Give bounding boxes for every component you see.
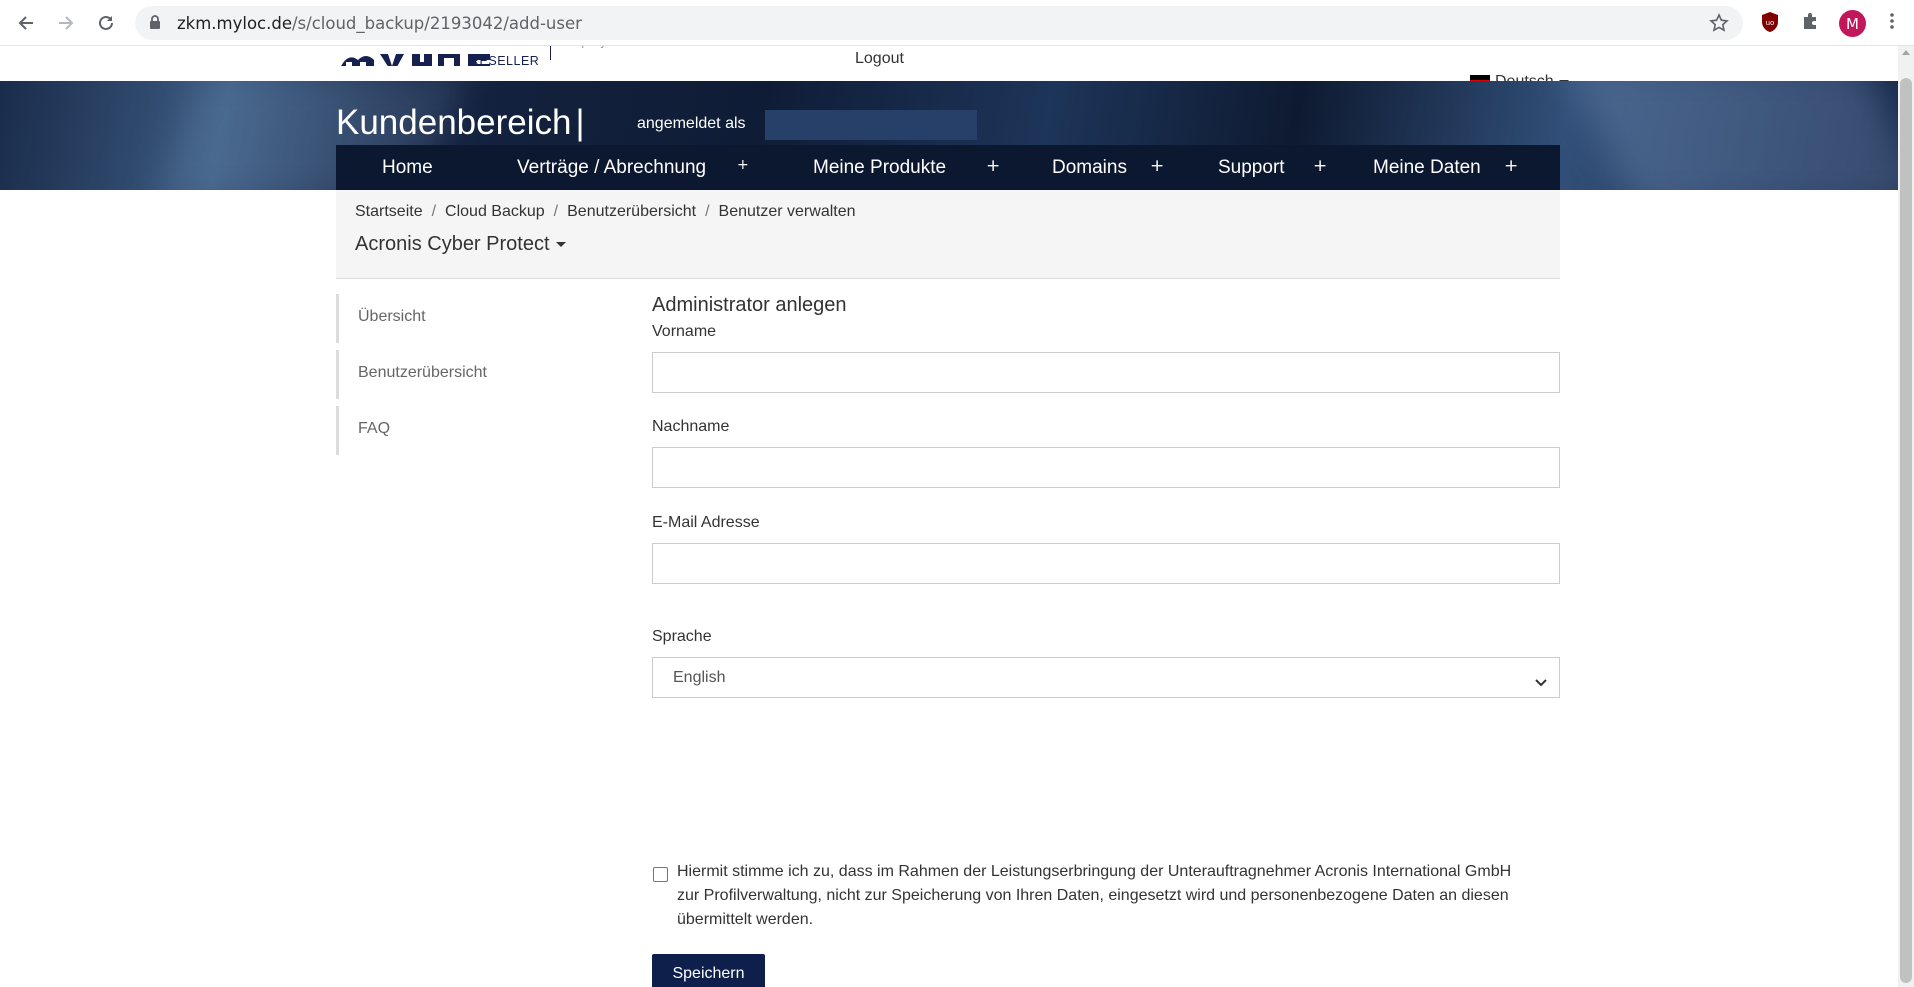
nav-meine-daten[interactable]: Meine Daten — [1373, 145, 1481, 190]
language-select-label: Sprache — [652, 628, 712, 645]
nav-vertraege[interactable]: Verträge / Abrechnung — [517, 145, 706, 190]
sidebar-item-benutzeruebersicht[interactable]: Benutzerübersicht — [336, 350, 589, 399]
redacted-username — [765, 110, 977, 140]
sidebar-item-faq[interactable]: FAQ — [336, 406, 589, 455]
firstname-input[interactable] — [652, 352, 1560, 393]
browser-toolbar: zkm.myloc.de/s/cloud_backup/2193042/add-… — [0, 0, 1914, 46]
back-arrow-icon[interactable] — [13, 10, 39, 36]
page-title: Kundenbereich | — [336, 103, 585, 142]
breadcrumb-startseite[interactable]: Startseite — [355, 203, 423, 220]
svg-text:uo: uo — [1766, 19, 1775, 27]
logo-company-text: company — [560, 46, 606, 49]
email-label: E-Mail Adresse — [652, 514, 760, 531]
logged-in-as-text: angemeldet als — [637, 115, 746, 132]
address-bar[interactable]: zkm.myloc.de/s/cloud_backup/2193042/add-… — [135, 6, 1743, 40]
url-text: zkm.myloc.de/s/cloud_backup/2193042/add-… — [177, 14, 582, 33]
sidebar: Übersicht Benutzerübersicht FAQ — [336, 294, 589, 462]
vertical-scrollbar[interactable] — [1898, 46, 1914, 987]
form-heading: Administrator anlegen — [652, 294, 847, 316]
nav-home[interactable]: Home — [382, 145, 433, 190]
breadcrumb: Startseite / Cloud Backup / Benutzerübersich… — [355, 203, 856, 220]
nav-produkte-plus-icon[interactable]: + — [986, 145, 1000, 190]
nav-daten-plus-icon[interactable]: + — [1504, 145, 1518, 190]
nav-meine-produkte[interactable]: Meine Produkte — [813, 145, 946, 190]
sidebar-item-uebersicht[interactable]: Übersicht — [336, 294, 589, 343]
logo-divider — [550, 46, 551, 60]
consent-text: Hiermit stimme ich zu, dass im Rahmen de… — [677, 863, 1512, 928]
nav-vertraege-plus-icon[interactable]: + — [737, 145, 749, 190]
main-navigation: Home Verträge / Abrechnung + Meine Produ… — [336, 145, 1560, 190]
language-select-value: English — [673, 668, 726, 686]
nav-domains[interactable]: Domains — [1052, 145, 1127, 190]
consent-checkbox[interactable] — [653, 867, 668, 882]
ublock-extension-icon[interactable]: uo — [1760, 11, 1780, 37]
language-select[interactable]: English — [652, 657, 1560, 698]
nav-support-plus-icon[interactable]: + — [1313, 145, 1327, 190]
reload-icon[interactable] — [93, 10, 119, 36]
profile-avatar[interactable]: M — [1839, 10, 1866, 37]
product-selector-label: Acronis Cyber Protect — [355, 233, 550, 255]
scrollbar-thumb[interactable] — [1900, 78, 1912, 983]
logo-reseller-text: RESELLER — [470, 54, 540, 68]
breadcrumb-panel: Startseite / Cloud Backup / Benutzerübersich… — [336, 190, 1560, 279]
extensions-puzzle-icon[interactable] — [1801, 11, 1821, 35]
lastname-label: Nachname — [652, 418, 730, 435]
chevron-down-icon — [1535, 672, 1547, 691]
lastname-input[interactable] — [652, 447, 1560, 488]
breadcrumb-active: Benutzer verwalten — [718, 203, 856, 220]
logout-link[interactable]: Logout — [855, 50, 904, 68]
scroll-up-arrow-icon[interactable] — [1902, 50, 1910, 55]
web-page: RESELLER company Logout Deutsch Kundenbe… — [0, 46, 1898, 987]
browser-menu-icon[interactable] — [1890, 12, 1894, 34]
caret-down-icon — [555, 242, 566, 247]
bookmark-star-icon[interactable] — [1709, 13, 1729, 37]
save-button[interactable]: Speichern — [652, 954, 765, 987]
breadcrumb-cloud-backup[interactable]: Cloud Backup — [445, 203, 545, 220]
breadcrumb-benutzeruebersicht[interactable]: Benutzerübersicht — [567, 203, 696, 220]
product-selector-dropdown[interactable]: Acronis Cyber Protect — [355, 233, 566, 256]
email-input[interactable] — [652, 543, 1560, 584]
forward-arrow-icon[interactable] — [53, 10, 79, 36]
firstname-label: Vorname — [652, 323, 717, 340]
nav-support[interactable]: Support — [1218, 145, 1285, 190]
lock-icon — [149, 15, 161, 34]
nav-domains-plus-icon[interactable]: + — [1150, 145, 1164, 190]
